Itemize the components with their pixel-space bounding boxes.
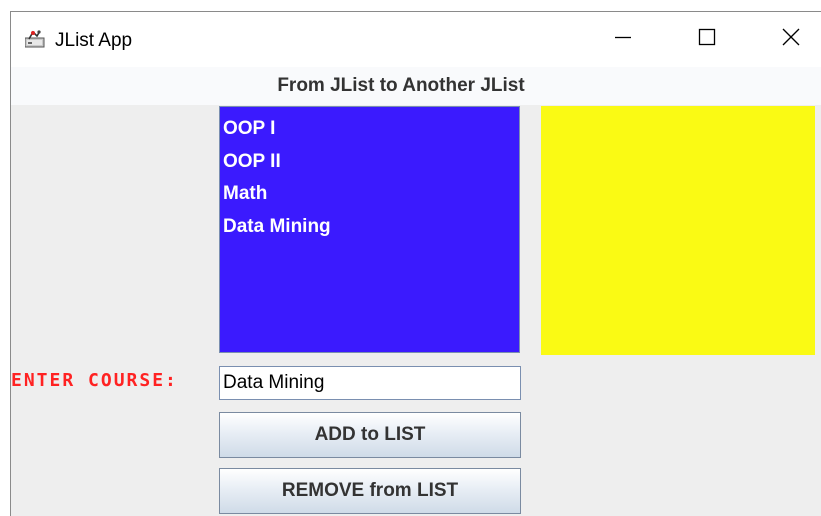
course-input[interactable] [219,366,521,400]
maximize-icon [697,27,717,52]
remove-from-list-button[interactable]: REMOVE from LIST [219,468,521,514]
java-app-icon [24,30,45,48]
source-course-list[interactable]: OOP I OOP II Math Data Mining [219,106,520,353]
target-course-list[interactable] [541,106,815,355]
list-item[interactable]: Math [223,178,519,211]
list-item[interactable]: Data Mining [223,211,519,244]
title-bar[interactable]: JList App [11,12,821,67]
header-panel: From JList to Another JList [11,67,821,105]
app-window: JList App From JList to Another JList OO… [10,11,821,516]
minimize-icon [613,27,633,52]
close-icon [781,27,801,52]
list-item[interactable]: OOP II [223,146,519,179]
list-item[interactable]: OOP I [223,113,519,146]
close-button[interactable] [762,12,820,67]
minimize-button[interactable] [594,12,652,67]
course-label: ENTER COURSE: [11,370,178,391]
maximize-button[interactable] [678,12,736,67]
window-title: JList App [55,30,133,51]
page-title: From JList to Another JList [277,75,525,96]
add-to-list-button[interactable]: ADD to LIST [219,412,521,458]
